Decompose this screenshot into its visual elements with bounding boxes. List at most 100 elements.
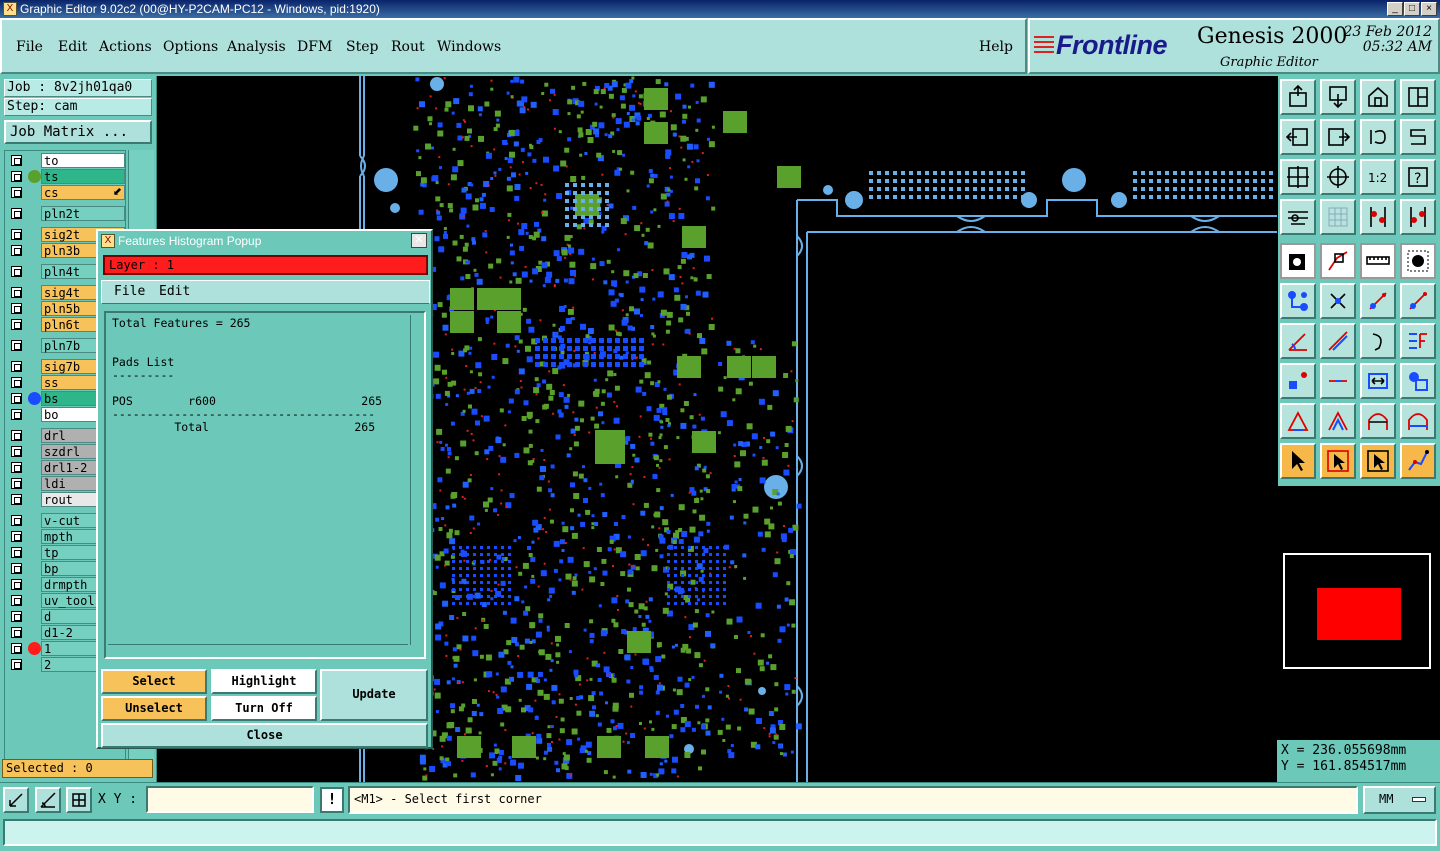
segment-alt-icon[interactable] (1400, 283, 1436, 319)
job-matrix-button[interactable]: Job Matrix ... (4, 120, 152, 144)
units-dropdown-icon[interactable] (1412, 797, 1426, 802)
menu-windows[interactable]: Windows (437, 39, 501, 55)
arch-icon[interactable] (1360, 403, 1396, 439)
layer-checkbox[interactable] (11, 595, 22, 606)
layer-checkbox[interactable] (11, 627, 22, 638)
layer-checkbox[interactable] (11, 446, 22, 457)
layer-checkbox[interactable] (11, 361, 22, 372)
home-up-icon[interactable] (1280, 79, 1316, 115)
menu-help[interactable]: Help (979, 39, 1013, 55)
fit-icon[interactable] (1400, 323, 1436, 359)
menu-edit[interactable]: Edit (58, 39, 87, 55)
layer-checkbox[interactable] (11, 393, 22, 404)
layer-checkbox[interactable] (11, 266, 22, 277)
menu-file[interactable]: File (16, 39, 43, 55)
minimize-button[interactable]: _ (1387, 2, 1403, 16)
report-vertical-scrollbar[interactable] (410, 315, 422, 645)
select-box-icon[interactable] (1320, 443, 1356, 479)
menu-rout[interactable]: Rout (391, 39, 425, 55)
layer-checkbox[interactable] (11, 531, 22, 542)
minus-icon[interactable] (1320, 363, 1356, 399)
layer-checkbox[interactable] (11, 155, 22, 166)
popup-menu-edit[interactable]: Edit (159, 281, 190, 303)
grid-icon[interactable] (1320, 199, 1356, 235)
unselect-button[interactable]: Unselect (101, 696, 207, 721)
triangle-alt-icon[interactable] (1320, 403, 1356, 439)
snap-red-icon[interactable] (1360, 199, 1396, 235)
menu-options[interactable]: Options (163, 39, 218, 55)
layer-checkbox[interactable] (11, 340, 22, 351)
overview-map[interactable] (1283, 553, 1431, 669)
maximize-button[interactable]: □ (1404, 2, 1420, 16)
layer-checkbox[interactable] (11, 462, 22, 473)
connect-icon[interactable] (1280, 283, 1316, 319)
home-icon[interactable] (1360, 79, 1396, 115)
layer-checkbox[interactable] (11, 643, 22, 654)
layer-name[interactable]: pln2t (41, 206, 125, 221)
layer-checkbox[interactable] (11, 377, 22, 388)
menu-analysis[interactable]: Analysis (227, 39, 286, 55)
undo-view-icon[interactable] (1360, 119, 1396, 155)
execute-button[interactable]: ! (320, 787, 344, 813)
layer-checkbox[interactable] (11, 430, 22, 441)
layer-checkbox[interactable] (11, 229, 22, 240)
line-tool-icon[interactable] (1320, 243, 1356, 279)
layer-checkbox[interactable] (11, 208, 22, 219)
popup-menu-file[interactable]: File (114, 281, 145, 303)
grid-snap-icon[interactable] (66, 787, 92, 813)
layer-checkbox[interactable] (11, 409, 22, 420)
split-view-icon[interactable] (1400, 79, 1436, 115)
layer-checkbox[interactable] (11, 547, 22, 558)
segment-icon[interactable] (1360, 283, 1396, 319)
zoom-center-icon[interactable] (1320, 159, 1356, 195)
zoom-window-icon[interactable] (3, 787, 29, 813)
layer-checkbox[interactable] (11, 303, 22, 314)
pad-tool-icon[interactable] (1280, 243, 1316, 279)
circle-pad-icon[interactable] (1400, 243, 1436, 279)
slope-icon[interactable] (1320, 323, 1356, 359)
pan-right-icon[interactable] (1320, 119, 1356, 155)
close-window-button[interactable]: × (1421, 2, 1437, 16)
angle-icon[interactable] (1280, 323, 1316, 359)
layer-name[interactable]: to (41, 153, 125, 168)
layer-checkbox[interactable] (11, 579, 22, 590)
layer-row-cs[interactable]: cs ⬋ (7, 185, 125, 200)
measure-icon[interactable] (35, 787, 61, 813)
popup-close-icon[interactable]: ✕ (411, 233, 427, 248)
pan-left-icon[interactable] (1280, 119, 1316, 155)
layer-row-pln2t[interactable]: pln2t (7, 206, 125, 221)
update-button[interactable]: Update (320, 669, 428, 721)
layer-checkbox[interactable] (11, 563, 22, 574)
layer-checkbox[interactable] (11, 515, 22, 526)
arc-icon[interactable] (1360, 323, 1396, 359)
tools-icon[interactable] (1280, 199, 1316, 235)
cross-icon[interactable] (1320, 283, 1356, 319)
ruler-icon[interactable] (1360, 243, 1396, 279)
triangle-icon[interactable] (1280, 403, 1316, 439)
layer-checkbox[interactable] (11, 187, 22, 198)
zoom-1-2-icon[interactable]: 1:2 (1360, 159, 1396, 195)
redo-view-icon[interactable] (1400, 119, 1436, 155)
select-net-icon[interactable] (1400, 443, 1436, 479)
menu-actions[interactable]: Actions (99, 39, 152, 55)
layer-name[interactable]: ts (41, 169, 125, 184)
select-add-icon[interactable] (1360, 443, 1396, 479)
xy-input[interactable] (146, 786, 314, 813)
menu-step[interactable]: Step (346, 39, 378, 55)
arch-alt-icon[interactable] (1400, 403, 1436, 439)
overview-viewport[interactable] (1317, 588, 1401, 640)
measure-box-icon[interactable] (1360, 363, 1396, 399)
turn-off-button[interactable]: Turn Off (211, 696, 317, 721)
layer-row-to[interactable]: to (7, 153, 125, 168)
layer-checkbox[interactable] (11, 171, 22, 182)
histogram-report[interactable]: Total Features = 265 Pads List ---------… (104, 311, 426, 659)
report-horizontal-scrollbar[interactable] (108, 644, 408, 655)
select-arrow-icon[interactable] (1280, 443, 1316, 479)
home-down-icon[interactable] (1320, 79, 1356, 115)
layer-checkbox[interactable] (11, 478, 22, 489)
shapes-icon[interactable] (1400, 363, 1436, 399)
layer-checkbox[interactable] (11, 287, 22, 298)
select-button[interactable]: Select (101, 669, 207, 694)
help-icon[interactable]: ? (1400, 159, 1436, 195)
units-selector[interactable]: MM (1363, 786, 1436, 814)
